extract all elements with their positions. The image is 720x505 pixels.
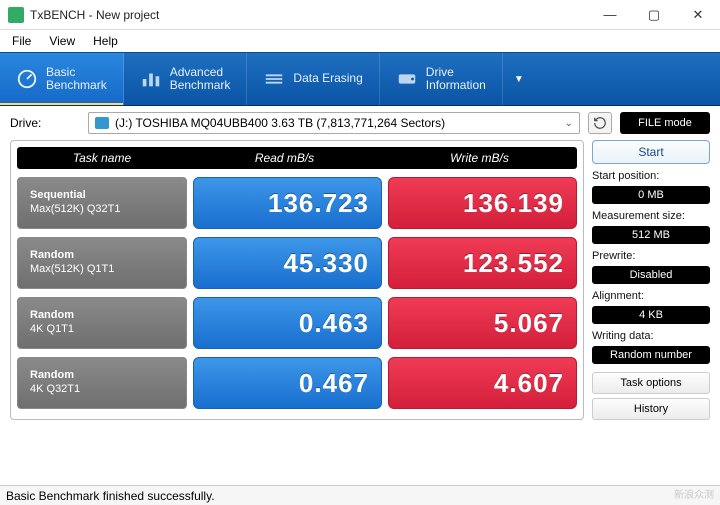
chevron-down-icon: ⌄ [565, 118, 573, 129]
header-write: Write mB/s [382, 151, 577, 165]
drive-select[interactable]: (J:) TOSHIBA MQ04UBB400 3.63 TB (7,813,7… [88, 112, 580, 134]
main-area: Task name Read mB/s Write mB/s Sequentia… [0, 140, 720, 424]
gauge-icon [16, 68, 38, 90]
write-value: 136.139 [388, 177, 577, 229]
menu-help[interactable]: Help [85, 32, 126, 50]
prewrite-label: Prewrite: [592, 250, 710, 262]
result-row: Random 4K Q32T1 0.467 4.607 [17, 357, 577, 409]
sidebar: Start Start position: 0 MB Measurement s… [592, 140, 710, 420]
read-value: 0.463 [193, 297, 382, 349]
read-value: 45.330 [193, 237, 382, 289]
maximize-button[interactable]: ▢ [632, 0, 676, 30]
minimize-button[interactable]: — [588, 0, 632, 30]
measurement-size-value[interactable]: 512 MB [592, 226, 710, 244]
close-button[interactable]: ✕ [676, 0, 720, 30]
result-row: Random 4K Q1T1 0.463 5.067 [17, 297, 577, 349]
result-row: Random Max(512K) Q1T1 45.330 123.552 [17, 237, 577, 289]
disk-icon [95, 117, 109, 129]
app-icon [8, 7, 24, 23]
task-line2: 4K Q32T1 [30, 383, 186, 397]
file-mode-button[interactable]: FILE mode [620, 112, 710, 134]
tab-advanced-benchmark[interactable]: Advanced Benchmark [124, 53, 248, 105]
menu-bar: File View Help [0, 30, 720, 52]
tab-overflow-button[interactable]: ▼ [503, 53, 535, 105]
drive-selected-text: (J:) TOSHIBA MQ04UBB400 3.63 TB (7,813,7… [115, 116, 559, 130]
results-panel: Task name Read mB/s Write mB/s Sequentia… [10, 140, 584, 420]
read-value: 136.723 [193, 177, 382, 229]
refresh-icon [593, 116, 607, 130]
task-line2: Max(512K) Q32T1 [30, 203, 186, 217]
window-controls: — ▢ ✕ [588, 0, 720, 30]
drive-icon [396, 68, 418, 90]
task-cell: Sequential Max(512K) Q32T1 [17, 177, 187, 229]
read-value: 0.467 [193, 357, 382, 409]
writing-data-value[interactable]: Random number [592, 346, 710, 364]
drive-row: Drive: (J:) TOSHIBA MQ04UBB400 3.63 TB (… [0, 106, 720, 140]
erase-icon [263, 68, 285, 90]
alignment-label: Alignment: [592, 290, 710, 302]
start-position-label: Start position: [592, 170, 710, 182]
prewrite-value[interactable]: Disabled [592, 266, 710, 284]
tab-drive-information[interactable]: Drive Information [380, 53, 503, 105]
menu-file[interactable]: File [4, 32, 39, 50]
history-button[interactable]: History [592, 398, 710, 420]
window-title: TxBENCH - New project [30, 8, 588, 22]
writing-data-label: Writing data: [592, 330, 710, 342]
tab-label: Advanced Benchmark [170, 66, 231, 92]
task-line1: Random [30, 249, 186, 263]
result-row: Sequential Max(512K) Q32T1 136.723 136.1… [17, 177, 577, 229]
tab-label: Data Erasing [293, 72, 362, 85]
status-bar: Basic Benchmark finished successfully. [0, 485, 720, 505]
header-read: Read mB/s [187, 151, 382, 165]
tab-label: Drive Information [426, 66, 486, 92]
task-line1: Random [30, 309, 186, 323]
bars-icon [140, 68, 162, 90]
tab-label: Basic Benchmark [46, 66, 107, 92]
header-task: Task name [17, 151, 187, 165]
tab-basic-benchmark[interactable]: Basic Benchmark [0, 53, 124, 105]
results-header: Task name Read mB/s Write mB/s [17, 147, 577, 169]
task-cell: Random Max(512K) Q1T1 [17, 237, 187, 289]
task-cell: Random 4K Q1T1 [17, 297, 187, 349]
tab-strip: Basic Benchmark Advanced Benchmark Data … [0, 52, 720, 106]
write-value: 5.067 [388, 297, 577, 349]
task-cell: Random 4K Q32T1 [17, 357, 187, 409]
task-line2: Max(512K) Q1T1 [30, 263, 186, 277]
measurement-size-label: Measurement size: [592, 210, 710, 222]
watermark: 新浪众测 [674, 486, 714, 501]
write-value: 123.552 [388, 237, 577, 289]
task-line2: 4K Q1T1 [30, 323, 186, 337]
task-line1: Random [30, 369, 186, 383]
status-text: Basic Benchmark finished successfully. [6, 489, 215, 503]
menu-view[interactable]: View [41, 32, 83, 50]
start-button[interactable]: Start [592, 140, 710, 164]
tab-data-erasing[interactable]: Data Erasing [247, 53, 379, 105]
start-position-value[interactable]: 0 MB [592, 186, 710, 204]
write-value: 4.607 [388, 357, 577, 409]
titlebar: TxBENCH - New project — ▢ ✕ [0, 0, 720, 30]
drive-label: Drive: [10, 116, 80, 130]
task-options-button[interactable]: Task options [592, 372, 710, 394]
alignment-value[interactable]: 4 KB [592, 306, 710, 324]
refresh-button[interactable] [588, 112, 612, 134]
task-line1: Sequential [30, 189, 186, 203]
